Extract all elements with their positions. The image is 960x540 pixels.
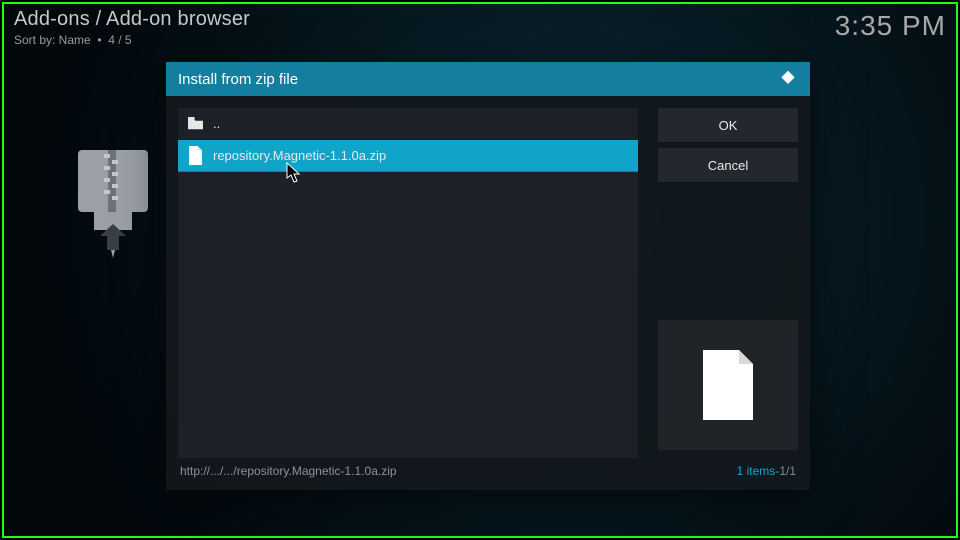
zip-file-row[interactable]: repository.Magnetic-1.1.0a.zip (178, 140, 638, 172)
current-path: http://.../.../repository.Magnetic-1.1.0… (180, 464, 397, 478)
item-position: 1/1 (779, 464, 796, 478)
folder-icon (188, 116, 203, 131)
sort-position: 4 / 5 (108, 33, 131, 47)
item-count: 1 items (737, 464, 776, 478)
kodi-logo-icon (778, 69, 798, 89)
sort-separator: • (97, 33, 101, 47)
breadcrumb: Add-ons / Add-on browser (14, 8, 250, 31)
file-list[interactable]: .. repository.Magnetic-1.1.0a.zip (178, 108, 638, 458)
clock: 3:35 PM (835, 8, 946, 42)
parent-directory-row[interactable]: .. (178, 108, 638, 140)
ok-button[interactable]: OK (658, 108, 798, 142)
cancel-button[interactable]: Cancel (658, 148, 798, 182)
install-from-zip-dialog: Install from zip file .. (166, 62, 810, 490)
sort-line: Sort by: Name • 4 / 5 (14, 33, 250, 47)
zip-install-icon (74, 150, 166, 260)
sort-label: Sort by: Name (14, 33, 91, 47)
dialog-title-bar: Install from zip file (166, 62, 810, 96)
row-label: .. (213, 116, 220, 131)
dialog-title: Install from zip file (178, 71, 298, 88)
row-label: repository.Magnetic-1.1.0a.zip (213, 148, 386, 163)
file-icon (188, 148, 203, 163)
file-preview (658, 320, 798, 450)
